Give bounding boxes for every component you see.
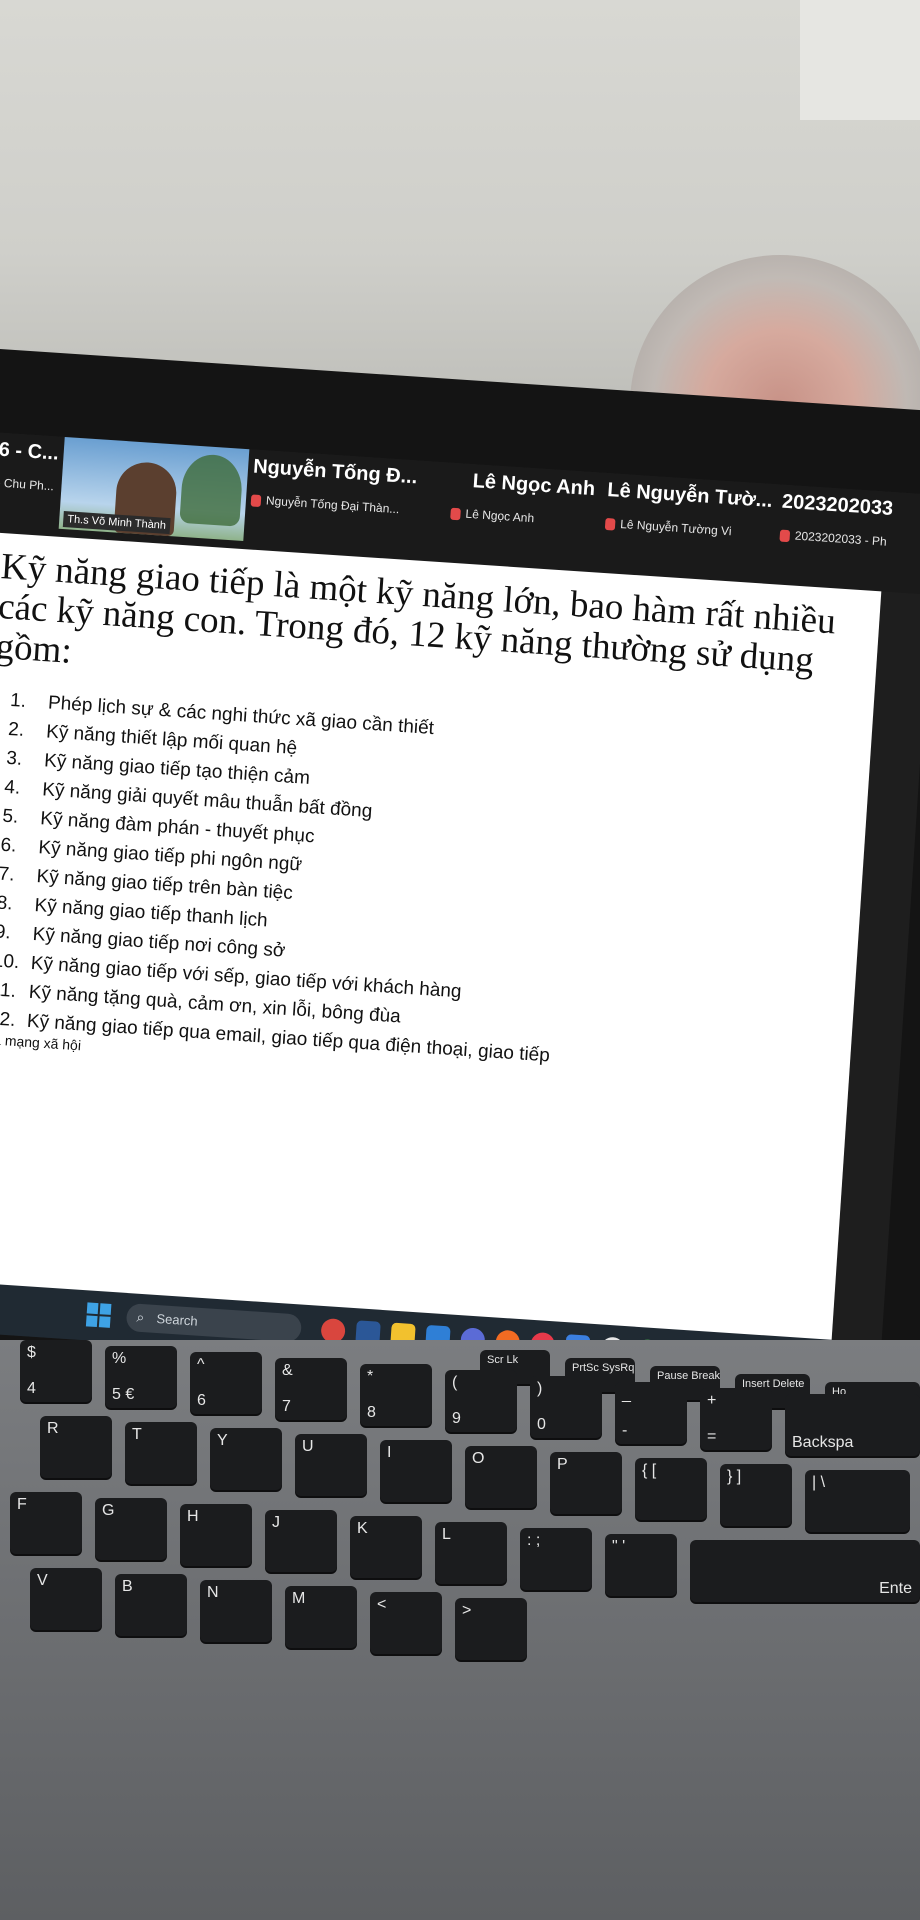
key-m[interactable]: M — [285, 1586, 357, 1648]
mic-off-icon — [779, 529, 791, 543]
key-close-bracket[interactable]: } ] — [720, 1464, 792, 1526]
key-enter[interactable]: Ente — [690, 1540, 920, 1602]
mic-off-icon — [450, 507, 461, 521]
participant-name: Lê Nguyễn Tườ... — [606, 479, 774, 512]
taskbar-search[interactable]: ⌕ Search — [125, 1303, 303, 1343]
participant-name: 2023202033 — [781, 490, 894, 520]
key-semicolon[interactable]: : ; — [520, 1528, 592, 1590]
key-b[interactable]: B — [115, 1574, 187, 1636]
key-n[interactable]: N — [200, 1580, 272, 1642]
key-4[interactable]: $4 — [20, 1340, 92, 1402]
participant-tile[interactable]: 6 - C... - Chu Ph... — [0, 439, 64, 531]
key-l[interactable]: L — [435, 1522, 507, 1584]
key-f[interactable]: F — [10, 1492, 82, 1554]
key-comma[interactable]: < — [370, 1592, 442, 1654]
mic-off-icon — [250, 494, 262, 507]
participant-tile[interactable]: 2023202033 2023202033 - Ph — [777, 491, 920, 589]
video-background-palm — [179, 452, 244, 527]
participant-tile[interactable]: Lê Ngọc Anh Lê Ngọc Anh — [448, 469, 604, 567]
key-t[interactable]: T — [125, 1422, 197, 1484]
participant-name: 6 - C... — [0, 438, 60, 465]
participant-tile[interactable]: Lê Nguyễn Tườ... Lê Nguyễn Tường Vi — [602, 479, 777, 578]
participant-video-tile[interactable]: Th.s Võ Minh Thành — [58, 436, 250, 542]
keyboard-deck: Scr Lk PrtSc SysRq Pause Break Insert De… — [0, 1340, 920, 1920]
participant-subname: Lê Ngọc Anh — [450, 506, 601, 530]
key-i[interactable]: I — [380, 1440, 452, 1502]
participant-name: Nguyễn Tống Đ... — [252, 455, 419, 489]
slide-bullet-list: 1.Phép lịch sự & các nghi thức xã giao c… — [0, 685, 871, 1091]
participant-tile[interactable]: Nguyễn Tống Đ... Nguyễn Tống Đại Thàn... — [248, 456, 448, 557]
key-r[interactable]: R — [40, 1416, 112, 1478]
key-backslash[interactable]: | \ — [805, 1470, 910, 1532]
key-h[interactable]: H — [180, 1504, 252, 1566]
key-8[interactable]: * 8 — [360, 1364, 432, 1426]
key-equals[interactable]: + = — [700, 1388, 772, 1450]
participant-subname: - Chu Ph... — [0, 475, 55, 494]
key-7[interactable]: & 7 — [275, 1358, 347, 1420]
windows-start-icon[interactable] — [85, 1302, 112, 1328]
key-g[interactable]: G — [95, 1498, 167, 1560]
key-y[interactable]: Y — [210, 1428, 282, 1490]
key-o[interactable]: O — [465, 1446, 537, 1508]
key-k[interactable]: K — [350, 1516, 422, 1578]
key-minus[interactable]: _ - — [615, 1382, 687, 1444]
participant-subname: Lê Nguyễn Tường Vi — [604, 516, 776, 541]
key-9[interactable]: (9 — [445, 1370, 517, 1432]
key-quote[interactable]: " ' — [605, 1534, 677, 1596]
mic-off-icon — [604, 517, 616, 531]
presentation-slide: Kỹ năng giao tiếp là một kỹ năng lớn, ba… — [0, 532, 882, 1370]
ceiling-vent — [800, 0, 920, 120]
key-v[interactable]: V — [30, 1568, 102, 1630]
search-placeholder: Search — [156, 1310, 199, 1329]
key-backspace[interactable]: Backspa — [785, 1394, 920, 1456]
key-j[interactable]: J — [265, 1510, 337, 1572]
key-0[interactable]: ) 0 — [530, 1376, 602, 1438]
participant-subname: 2023202033 - Ph — [779, 528, 920, 552]
key-period[interactable]: > — [455, 1598, 527, 1660]
key-5[interactable]: % 5 € — [105, 1346, 177, 1408]
key-6[interactable]: ^ 6 — [190, 1352, 262, 1414]
participant-subname: Nguyễn Tống Đại Thàn... — [250, 492, 446, 519]
participant-name: Lê Ngọc Anh — [472, 470, 596, 501]
laptop-screen: 6 - C... - Chu Ph... Th.s Võ Minh Thành … — [0, 430, 920, 1393]
key-u[interactable]: U — [295, 1434, 367, 1496]
search-icon: ⌕ — [136, 1308, 145, 1326]
key-open-bracket[interactable]: { [ — [635, 1458, 707, 1520]
key-p[interactable]: P — [550, 1452, 622, 1514]
